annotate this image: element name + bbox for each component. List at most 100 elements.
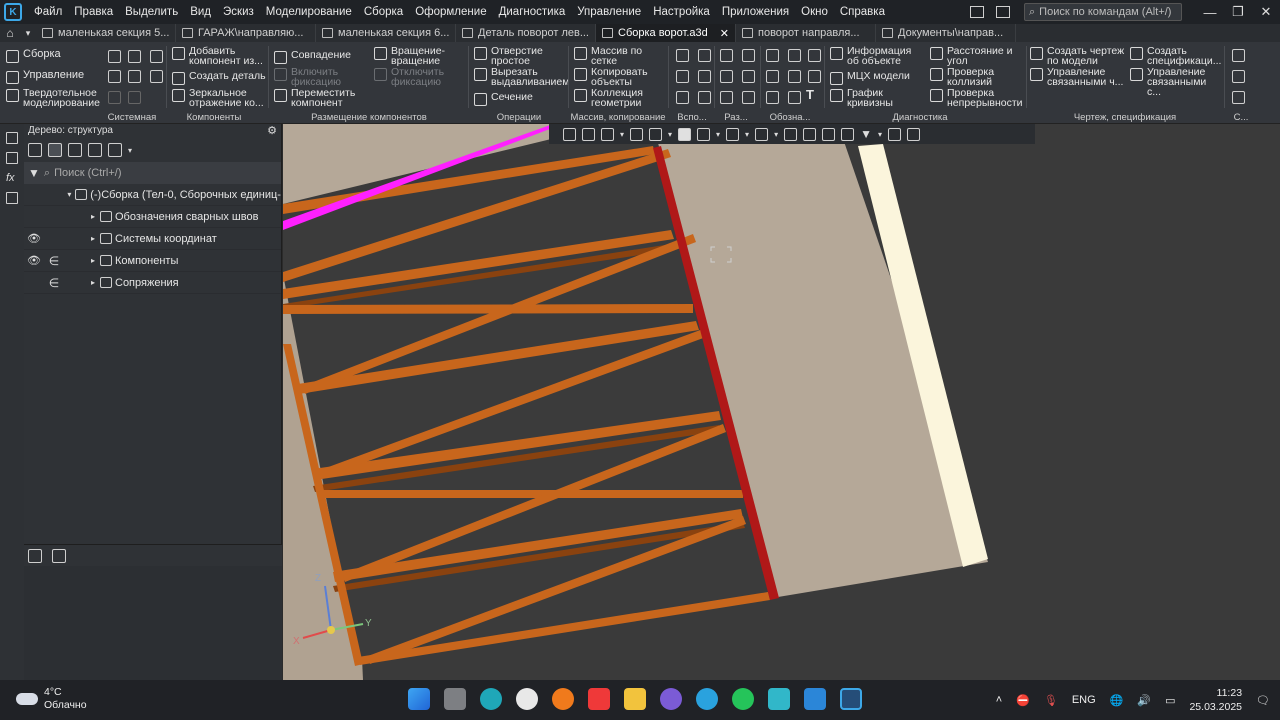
layout-icon[interactable] (970, 6, 984, 18)
frame-icon[interactable] (720, 91, 733, 104)
3d-viewport[interactable]: Z X Y (283, 124, 1280, 680)
menu-help[interactable]: Справка (834, 0, 891, 24)
include-icon[interactable]: ∈ (44, 254, 64, 268)
service-icon-1[interactable] (1232, 49, 1245, 62)
menu-diagnostics[interactable]: Диагностика (493, 0, 572, 24)
structure-mode-icon[interactable] (48, 143, 62, 157)
menu-apps[interactable]: Приложения (716, 0, 795, 24)
vscode-icon[interactable] (804, 688, 826, 710)
weather-widget[interactable]: 4°C Облачно (16, 686, 87, 712)
properties-view-icon[interactable] (887, 127, 901, 141)
viber-icon[interactable] (660, 688, 682, 710)
battery-icon[interactable]: ▭ (1165, 694, 1175, 707)
model-canvas[interactable]: Z X Y (283, 124, 1280, 680)
history-mode-icon[interactable] (68, 143, 82, 157)
eye-icon[interactable]: 👁 (24, 254, 44, 267)
camera-icon[interactable] (996, 6, 1010, 18)
minimize-button[interactable]: — (1196, 5, 1224, 20)
curvature-graph-button[interactable]: График кривизны (830, 88, 910, 108)
select-layer-icon[interactable] (841, 127, 855, 141)
object-info-button[interactable]: Информация об объекте (830, 46, 922, 66)
menu-sketch[interactable]: Эскиз (217, 0, 260, 24)
coincidence-button[interactable]: Совпадение (274, 50, 351, 64)
move-component-button[interactable]: Переместить компонент (274, 88, 358, 108)
doc-tab-6[interactable]: поворот направля... (736, 24, 876, 42)
aux-axis-icon[interactable] (676, 70, 689, 83)
include-icon[interactable]: ∈ (44, 276, 64, 290)
save-icon[interactable] (150, 50, 163, 63)
command-search-input[interactable]: ⌕ Поиск по командам (Alt+/) (1024, 3, 1182, 21)
rotate-view-icon[interactable] (649, 127, 663, 141)
whatsapp-icon[interactable] (732, 688, 754, 710)
leader-icon[interactable] (766, 70, 779, 83)
chevron-down-icon[interactable]: ▾ (128, 146, 132, 155)
telegram-icon[interactable] (696, 688, 718, 710)
properties-icon[interactable] (150, 70, 163, 83)
orient-icon[interactable] (563, 127, 576, 141)
menu-settings[interactable]: Настройка (647, 0, 716, 24)
vivaldi-icon[interactable] (588, 688, 610, 710)
chevron-down-icon[interactable]: ▾ (668, 130, 672, 139)
tree-panel-icon[interactable] (6, 132, 18, 144)
tree-search-input[interactable]: ▼ ⌕ Поиск (Ctrl+/) (24, 162, 281, 184)
snap-icon[interactable] (784, 127, 798, 141)
aux-curve-icon[interactable] (698, 70, 711, 83)
close-window-button[interactable]: ✕ (1252, 4, 1280, 20)
task-view-icon[interactable] (444, 688, 466, 710)
datum-icon[interactable] (788, 70, 801, 83)
tree-view-icon[interactable] (28, 548, 42, 563)
alien-app-icon[interactable] (516, 688, 538, 710)
filter-view-icon[interactable] (88, 143, 102, 157)
hole-button[interactable]: Отверстие простое (474, 46, 564, 66)
menu-edit[interactable]: Правка (68, 0, 119, 24)
expand-caret-icon[interactable]: ▸ (88, 278, 98, 287)
kompas-taskbar-icon[interactable] (840, 688, 862, 710)
mode-assembly[interactable]: Сборка (6, 49, 61, 63)
tree-row-welds[interactable]: ▸ Обозначения сварных швов (24, 206, 281, 228)
chevron-up-icon[interactable]: ˄ (996, 694, 1002, 706)
add-component-button[interactable]: Добавить компонент из... (172, 46, 264, 66)
text-tool-icon[interactable]: T (806, 88, 814, 101)
section-button[interactable]: Сечение (474, 92, 533, 106)
chevron-down-icon[interactable]: ▾ (20, 28, 36, 39)
globe-icon[interactable]: 🌐 (1110, 694, 1124, 707)
firefox-icon[interactable] (552, 688, 574, 710)
expand-caret-icon[interactable]: ▸ (88, 212, 98, 221)
aux-cs-icon[interactable] (698, 91, 711, 104)
tree-row-coordinate-systems[interactable]: 👁 ▸ Системы координат (24, 228, 281, 250)
expand-caret-icon[interactable]: ▸ (88, 256, 98, 265)
manage-linked-spec-button[interactable]: Управление связанными с... (1130, 67, 1222, 97)
mass-properties-button[interactable]: МЦХ модели (830, 71, 910, 85)
mode-solid[interactable]: Твердотельное моделирование (6, 88, 102, 108)
tree-row-components[interactable]: 👁 ∈ ▸ Компоненты (24, 250, 281, 272)
manage-linked-drawings-button[interactable]: Управление связанными ч... (1030, 67, 1126, 87)
edge-icon[interactable] (480, 688, 502, 710)
base-icon[interactable] (808, 70, 821, 83)
cut-extrude-button[interactable]: Вырезать выдавливанием (474, 67, 569, 87)
undo-icon[interactable] (108, 91, 121, 104)
network-off-icon[interactable]: ⛔ (1016, 694, 1030, 707)
continuity-check-button[interactable]: Проверка непрерывности (930, 88, 1026, 108)
aux-surface-icon[interactable] (698, 49, 711, 62)
menu-manage[interactable]: Управление (571, 0, 647, 24)
doc-tab-1[interactable]: маленькая секция 5... (36, 24, 176, 42)
file-explorer-icon[interactable] (624, 688, 646, 710)
weld-icon[interactable] (788, 49, 801, 62)
chevron-down-icon[interactable]: ▾ (774, 130, 778, 139)
select-mode-icon[interactable] (822, 127, 836, 141)
aux-point-icon[interactable] (676, 91, 689, 104)
surface-finish-icon[interactable] (808, 49, 821, 62)
create-part-button[interactable]: Создать деталь (172, 71, 266, 85)
mode-manage[interactable]: Управление (6, 70, 84, 84)
tolerance-icon[interactable] (788, 91, 801, 104)
wireframe-view-icon[interactable] (697, 127, 711, 141)
create-drawing-button[interactable]: Создать чертеж по модели (1030, 46, 1126, 66)
service-icon-3[interactable] (1232, 91, 1245, 104)
menu-file[interactable]: Файл (28, 0, 68, 24)
new-doc-icon[interactable] (108, 50, 121, 63)
rotation-button[interactable]: Вращение-вращение (374, 46, 454, 66)
disable-fix-button[interactable]: Отключить фиксацию (374, 67, 454, 87)
close-tab-icon[interactable]: ✕ (720, 27, 729, 40)
zoom-fit-icon[interactable] (582, 127, 595, 141)
group-mode-icon[interactable] (108, 143, 122, 157)
